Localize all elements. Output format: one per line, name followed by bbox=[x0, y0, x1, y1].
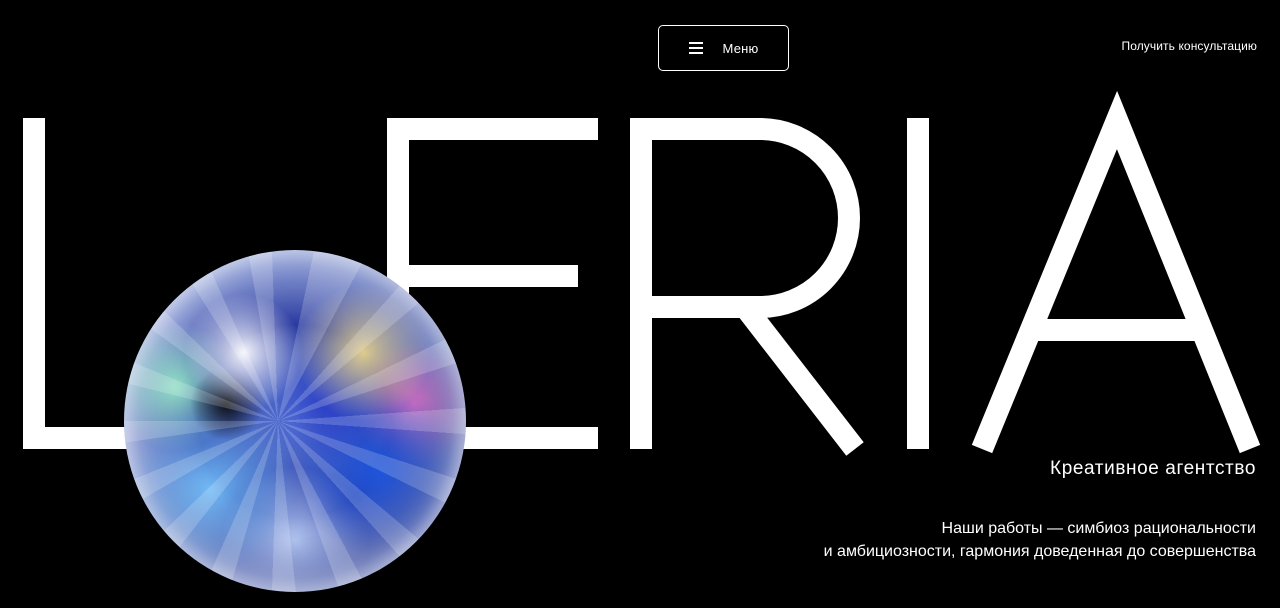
hero-description: Наши работы — симбиоз рациональности и а… bbox=[824, 517, 1256, 563]
description-line-1: Наши работы — симбиоз рациональности bbox=[941, 520, 1256, 537]
hero-section: Меню Получить консультацию Креативное аг… bbox=[0, 0, 1280, 608]
logotype-letter-a bbox=[971, 90, 1261, 454]
logotype-letter-r bbox=[630, 118, 864, 456]
menu-label: Меню bbox=[722, 40, 759, 56]
hamburger-icon bbox=[688, 42, 703, 54]
holographic-sphere-image bbox=[124, 250, 466, 592]
description-line-2: и амбициозности, гармония доведенная до … bbox=[823, 543, 1256, 560]
agency-subtitle: Креативное агентство bbox=[1050, 458, 1256, 479]
consultation-link[interactable]: Получить консультацию bbox=[1121, 39, 1257, 53]
menu-button[interactable]: Меню bbox=[658, 25, 789, 71]
